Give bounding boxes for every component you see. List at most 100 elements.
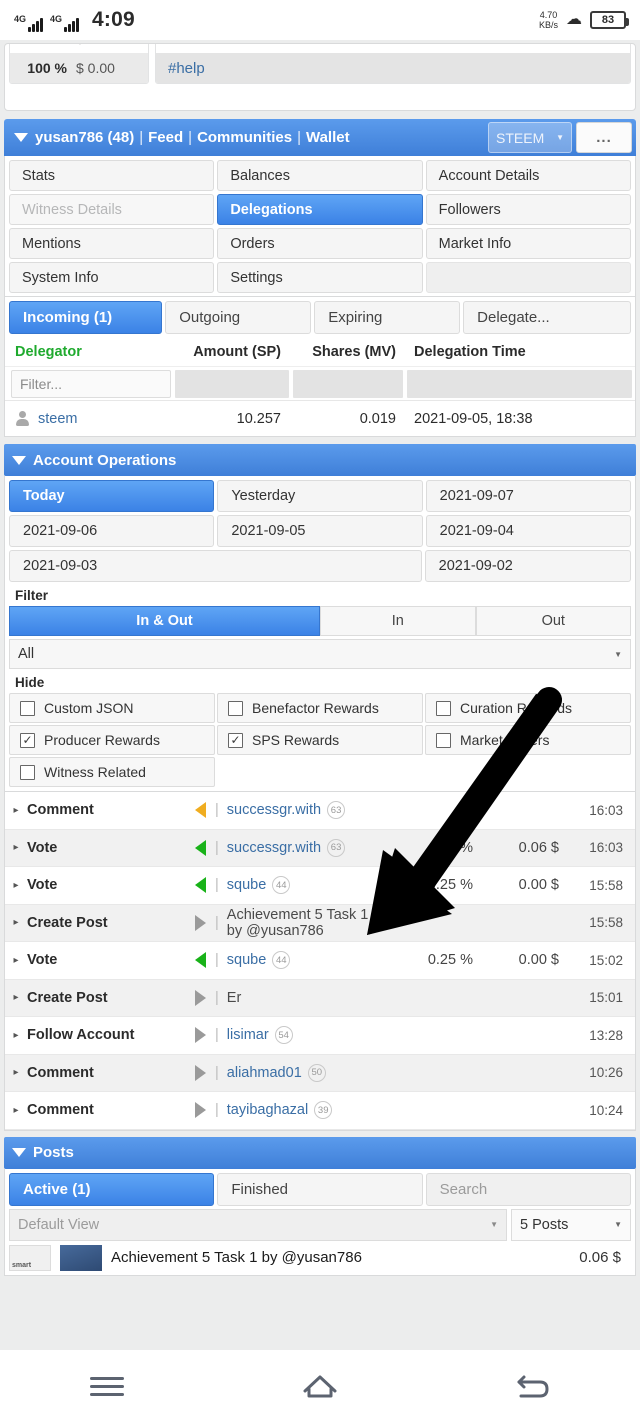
nav-item-orders[interactable]: Orders [217,228,423,259]
nav-item-delegations[interactable]: Delegations [217,194,423,225]
header-link-feed[interactable]: Feed [148,129,183,146]
target-name[interactable]: successgr.with [227,802,321,818]
expand-icon[interactable]: ▸ [5,1105,27,1116]
date-2021-09-06[interactable]: 2021-09-06 [9,515,215,547]
column-delegator[interactable]: Delegator [5,344,175,360]
posts-count-select[interactable]: 5 Posts ▼ [511,1208,631,1241]
operation-target[interactable]: sqube 44 [227,951,387,970]
target-name[interactable]: lisimar [227,1027,269,1043]
expand-icon[interactable]: ▸ [5,1030,27,1041]
delegator-filter-input[interactable]: Filter... [11,369,171,398]
checkbox-market-orders[interactable]: Market Orders [425,725,631,755]
filter-in-and-out[interactable]: In & Out [9,606,320,636]
tab-delegate[interactable]: Delegate... [463,301,631,334]
caret-down-icon[interactable] [14,133,28,142]
date-2021-09-03[interactable]: 2021-09-03 [9,550,422,582]
date-2021-09-04[interactable]: 2021-09-04 [425,515,631,547]
nav-item-balances[interactable]: Balances [217,160,423,191]
operation-row[interactable]: ▸ Vote | sqube 44 0.25 % 0.00 $ 15:58 [5,867,635,905]
tag-item[interactable]: #help [156,53,630,83]
operation-row[interactable]: ▸ Comment | tayibaghazal 39 10:24 [5,1092,635,1130]
tab-active-posts[interactable]: Active (1) [9,1172,215,1206]
checkbox-curation-rewards[interactable]: Curation Rewards [425,693,631,723]
target-name[interactable]: tayibaghazal [227,1102,308,1118]
column-delegation-time[interactable]: Delegation Time [408,344,635,360]
more-options-button[interactable]: ... [576,122,632,153]
menu-icon[interactable] [80,1366,134,1406]
expand-icon[interactable]: ▸ [5,880,27,891]
shares-filter-cell[interactable] [293,369,403,398]
nav-item-mentions[interactable]: Mentions [9,228,215,259]
checkbox-custom-json[interactable]: Custom JSON [9,693,215,723]
account-name-label[interactable]: yusan786 (48) [35,129,134,146]
tab-expiring[interactable]: Expiring [314,301,461,334]
expand-icon[interactable]: ▸ [5,992,27,1003]
delegator-name[interactable]: steem [38,411,78,427]
nav-item-followers[interactable]: Followers [425,194,631,225]
operation-row[interactable]: ▸ Vote | sqube 44 0.25 % 0.00 $ 15:02 [5,942,635,980]
table-row[interactable]: steem 10.257 0.019 2021-09-05, 18:38 [5,400,635,436]
nav-item-settings[interactable]: Settings [217,262,423,293]
date-2021-09-07[interactable]: 2021-09-07 [425,480,631,512]
date-today[interactable]: Today [9,480,215,512]
tab-outgoing[interactable]: Outgoing [165,301,312,334]
nav-item-stats[interactable]: Stats [9,160,215,191]
tab-finished-posts[interactable]: Finished [217,1172,423,1206]
nav-item-market-info[interactable]: Market Info [425,228,631,259]
caret-down-icon[interactable] [12,455,26,465]
target-name[interactable]: Er [227,990,242,1006]
delegator-cell[interactable]: steem [5,411,175,427]
nav-item-system-info[interactable]: System Info [9,262,215,293]
operation-target[interactable]: tayibaghazal 39 [227,1101,387,1120]
header-link-communities[interactable]: Communities [197,129,292,146]
operation-target[interactable]: successgr.with 63 [227,838,387,857]
column-amount[interactable]: Amount (SP) [175,344,293,360]
operation-row[interactable]: ▸ Comment | successgr.with 63 16:03 [5,792,635,830]
expand-icon[interactable]: ▸ [5,917,27,928]
operation-row[interactable]: ▸ Vote | successgr.with 63 3 % 0.06 $ 16… [5,829,635,867]
token-select[interactable]: STEEM ▼ [488,122,572,153]
tab-incoming[interactable]: Incoming (1) [9,301,163,334]
date-2021-09-02[interactable]: 2021-09-02 [424,550,631,582]
expand-icon[interactable]: ▸ [5,805,27,816]
date-2021-09-05[interactable]: 2021-09-05 [217,515,423,547]
posts-view-select[interactable]: Default View ▼ [9,1208,507,1241]
operation-row[interactable]: ▸ Comment | aliahmad01 50 10:26 [5,1054,635,1092]
column-shares[interactable]: Shares (MV) [293,344,408,360]
post-row[interactable]: smart Achievement 5 Task 1 by @yusan786 … [9,1244,631,1271]
operation-target[interactable]: Achievement 5 Task 1 by @yusan786 [227,907,387,939]
operation-row[interactable]: ▸ Follow Account | lisimar 54 13:28 [5,1017,635,1055]
account-operations-header[interactable]: Account Operations [4,444,636,476]
nav-item-account-details[interactable]: Account Details [425,160,631,191]
date-yesterday[interactable]: Yesterday [217,480,423,512]
operation-target[interactable]: aliahmad01 50 [227,1063,387,1082]
expand-icon[interactable]: ▸ [5,842,27,853]
tag-item[interactable]: #news [156,44,630,53]
checkbox-sps-rewards[interactable]: ✓ SPS Rewards [217,725,423,755]
checkbox-producer-rewards[interactable]: ✓ Producer Rewards [9,725,215,755]
target-name[interactable]: sqube [227,952,267,968]
amount-filter-cell[interactable] [175,369,289,398]
checkbox-benefactor-rewards[interactable]: Benefactor Rewards [217,693,423,723]
back-icon[interactable] [506,1366,560,1406]
expand-icon[interactable]: ▸ [5,1067,27,1078]
caret-down-icon[interactable] [12,1148,26,1157]
checkbox-witness-related[interactable]: Witness Related [9,757,215,787]
home-icon[interactable] [293,1366,347,1406]
filter-in[interactable]: In [320,606,476,636]
target-name[interactable]: sqube [227,877,267,893]
target-name[interactable]: Achievement 5 Task 1 by @yusan786 [227,907,387,939]
operation-target[interactable]: sqube 44 [227,876,387,895]
operation-target[interactable]: lisimar 54 [227,1026,387,1045]
posts-search-input[interactable]: Search [425,1172,631,1206]
operation-row[interactable]: ▸ Create Post | Er 15:01 [5,979,635,1017]
header-link-wallet[interactable]: Wallet [306,129,350,146]
time-filter-cell[interactable] [407,369,632,398]
operation-target[interactable]: successgr.with 63 [227,801,387,820]
target-name[interactable]: successgr.with [227,840,321,856]
expand-icon[interactable]: ▸ [5,955,27,966]
target-name[interactable]: aliahmad01 [227,1065,302,1081]
filter-out[interactable]: Out [475,606,631,636]
operation-target[interactable]: Er [227,990,387,1006]
operation-type-select[interactable]: All ▼ [9,639,631,669]
